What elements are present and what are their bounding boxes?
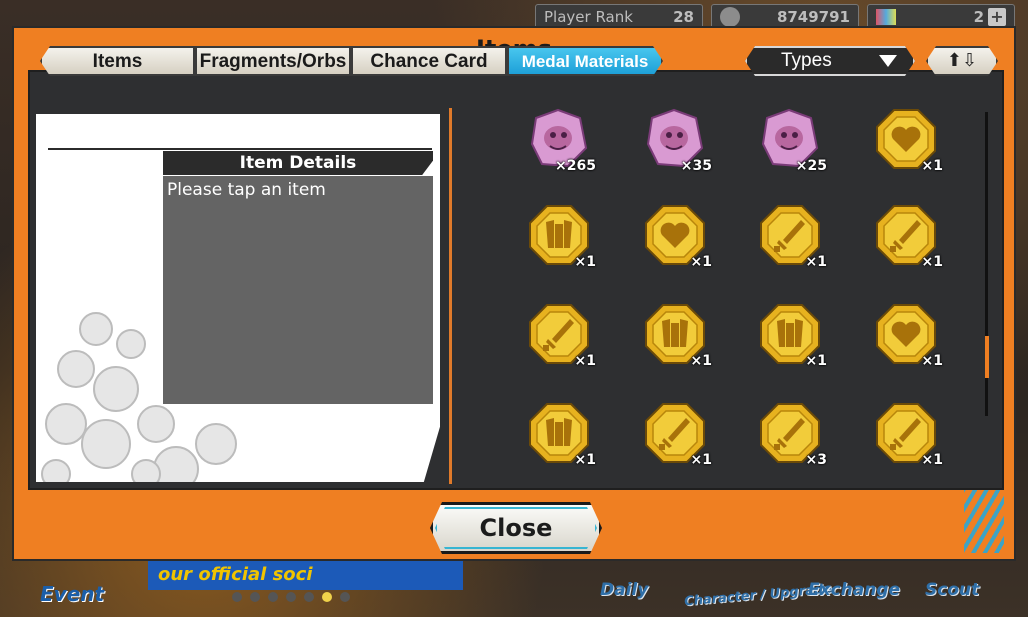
tab-items[interactable]: Items xyxy=(40,46,195,76)
types-filter-dropdown[interactable]: Types xyxy=(745,46,915,76)
medal-material-item[interactable]: ×1 xyxy=(606,303,716,398)
medal-material-item[interactable]: ×1 xyxy=(721,303,831,398)
tab-medal-materials[interactable]: Medal Materials xyxy=(507,46,663,76)
medal-material-item[interactable]: ×1 xyxy=(837,303,947,398)
item-quantity: ×1 xyxy=(805,254,827,270)
medal-material-item[interactable]: ×1 xyxy=(837,108,947,203)
medal-material-item[interactable]: ×1 xyxy=(606,402,716,484)
page-dot[interactable] xyxy=(286,592,296,602)
gem-value: 2 xyxy=(973,8,984,26)
player-rank-label: Player Rank xyxy=(544,8,633,26)
item-quantity: ×1 xyxy=(921,254,943,270)
berry-value: 8749791 xyxy=(776,8,850,26)
news-banner[interactable]: our official soci xyxy=(148,560,463,590)
page-dot[interactable] xyxy=(304,592,314,602)
medal-material-item[interactable]: ×1 xyxy=(490,402,600,484)
item-quantity: ×1 xyxy=(921,158,943,174)
medal-material-item[interactable]: ×1 xyxy=(490,303,600,398)
item-details-box: Please tap an item xyxy=(163,176,433,404)
add-gems-button[interactable]: + xyxy=(988,8,1006,26)
header-rule xyxy=(48,148,432,150)
item-quantity: ×1 xyxy=(574,452,596,468)
medal-material-item[interactable]: ×25 xyxy=(721,108,831,203)
item-quantity: ×1 xyxy=(690,254,712,270)
tab-fragments-orbs[interactable]: Fragments/Orbs xyxy=(195,46,351,76)
event-button[interactable]: Event xyxy=(40,582,104,606)
item-quantity: ×25 xyxy=(795,158,827,174)
item-quantity: ×265 xyxy=(555,158,596,174)
page-dot[interactable] xyxy=(340,592,350,602)
page-dot[interactable] xyxy=(268,592,278,602)
item-quantity: ×35 xyxy=(680,158,712,174)
medal-material-item[interactable]: ×265 xyxy=(490,108,600,203)
grid-scrollbar-thumb[interactable] xyxy=(985,336,989,378)
panel-divider xyxy=(449,108,452,484)
item-quantity: ×1 xyxy=(574,254,596,270)
berry-coin-icon xyxy=(720,7,740,27)
medal-material-item[interactable]: ×1 xyxy=(837,204,947,299)
item-quantity: ×1 xyxy=(805,353,827,369)
tab-chance-card[interactable]: Chance Card xyxy=(351,46,507,76)
item-quantity: ×1 xyxy=(690,353,712,369)
item-details-message: Please tap an item xyxy=(167,180,326,200)
medal-material-item[interactable]: ×1 xyxy=(606,204,716,299)
item-details-header: Item Details xyxy=(163,151,433,175)
medal-materials-grid: ×265 ×35 ×25 ×1 ×1 ×1 ×1 ×1 ×1 ×1 ×1 ×1 ×1 ×1 ×3 ×1 xyxy=(470,108,980,484)
daily-button[interactable]: Daily xyxy=(600,580,648,600)
item-quantity: ×1 xyxy=(921,452,943,468)
medal-material-item[interactable]: ×3 xyxy=(721,402,831,484)
medal-material-item[interactable]: ×1 xyxy=(721,204,831,299)
item-quantity: ×1 xyxy=(690,452,712,468)
medal-material-item[interactable]: ×35 xyxy=(606,108,716,203)
rainbow-gem-icon xyxy=(876,9,896,25)
sort-order-button[interactable]: ⬆⇩ xyxy=(926,46,998,76)
medal-material-item[interactable]: ×1 xyxy=(837,402,947,484)
page-dot[interactable] xyxy=(232,592,242,602)
player-rank-value: 28 xyxy=(673,8,694,26)
item-quantity: ×1 xyxy=(574,353,596,369)
banner-page-dots xyxy=(232,592,350,602)
bottom-navigation: Event our official soci Daily Character … xyxy=(0,560,1028,617)
page-dot[interactable] xyxy=(322,592,332,602)
page-dot[interactable] xyxy=(250,592,260,602)
chevron-down-icon xyxy=(879,55,897,67)
item-quantity: ×1 xyxy=(921,353,943,369)
types-filter-label: Types xyxy=(781,50,832,71)
close-button[interactable]: Close xyxy=(430,502,602,554)
exchange-button[interactable]: Exchange xyxy=(808,580,900,600)
scout-button[interactable]: Scout xyxy=(925,580,979,600)
item-quantity: ×3 xyxy=(805,452,827,468)
medal-material-item[interactable]: ×1 xyxy=(490,204,600,299)
